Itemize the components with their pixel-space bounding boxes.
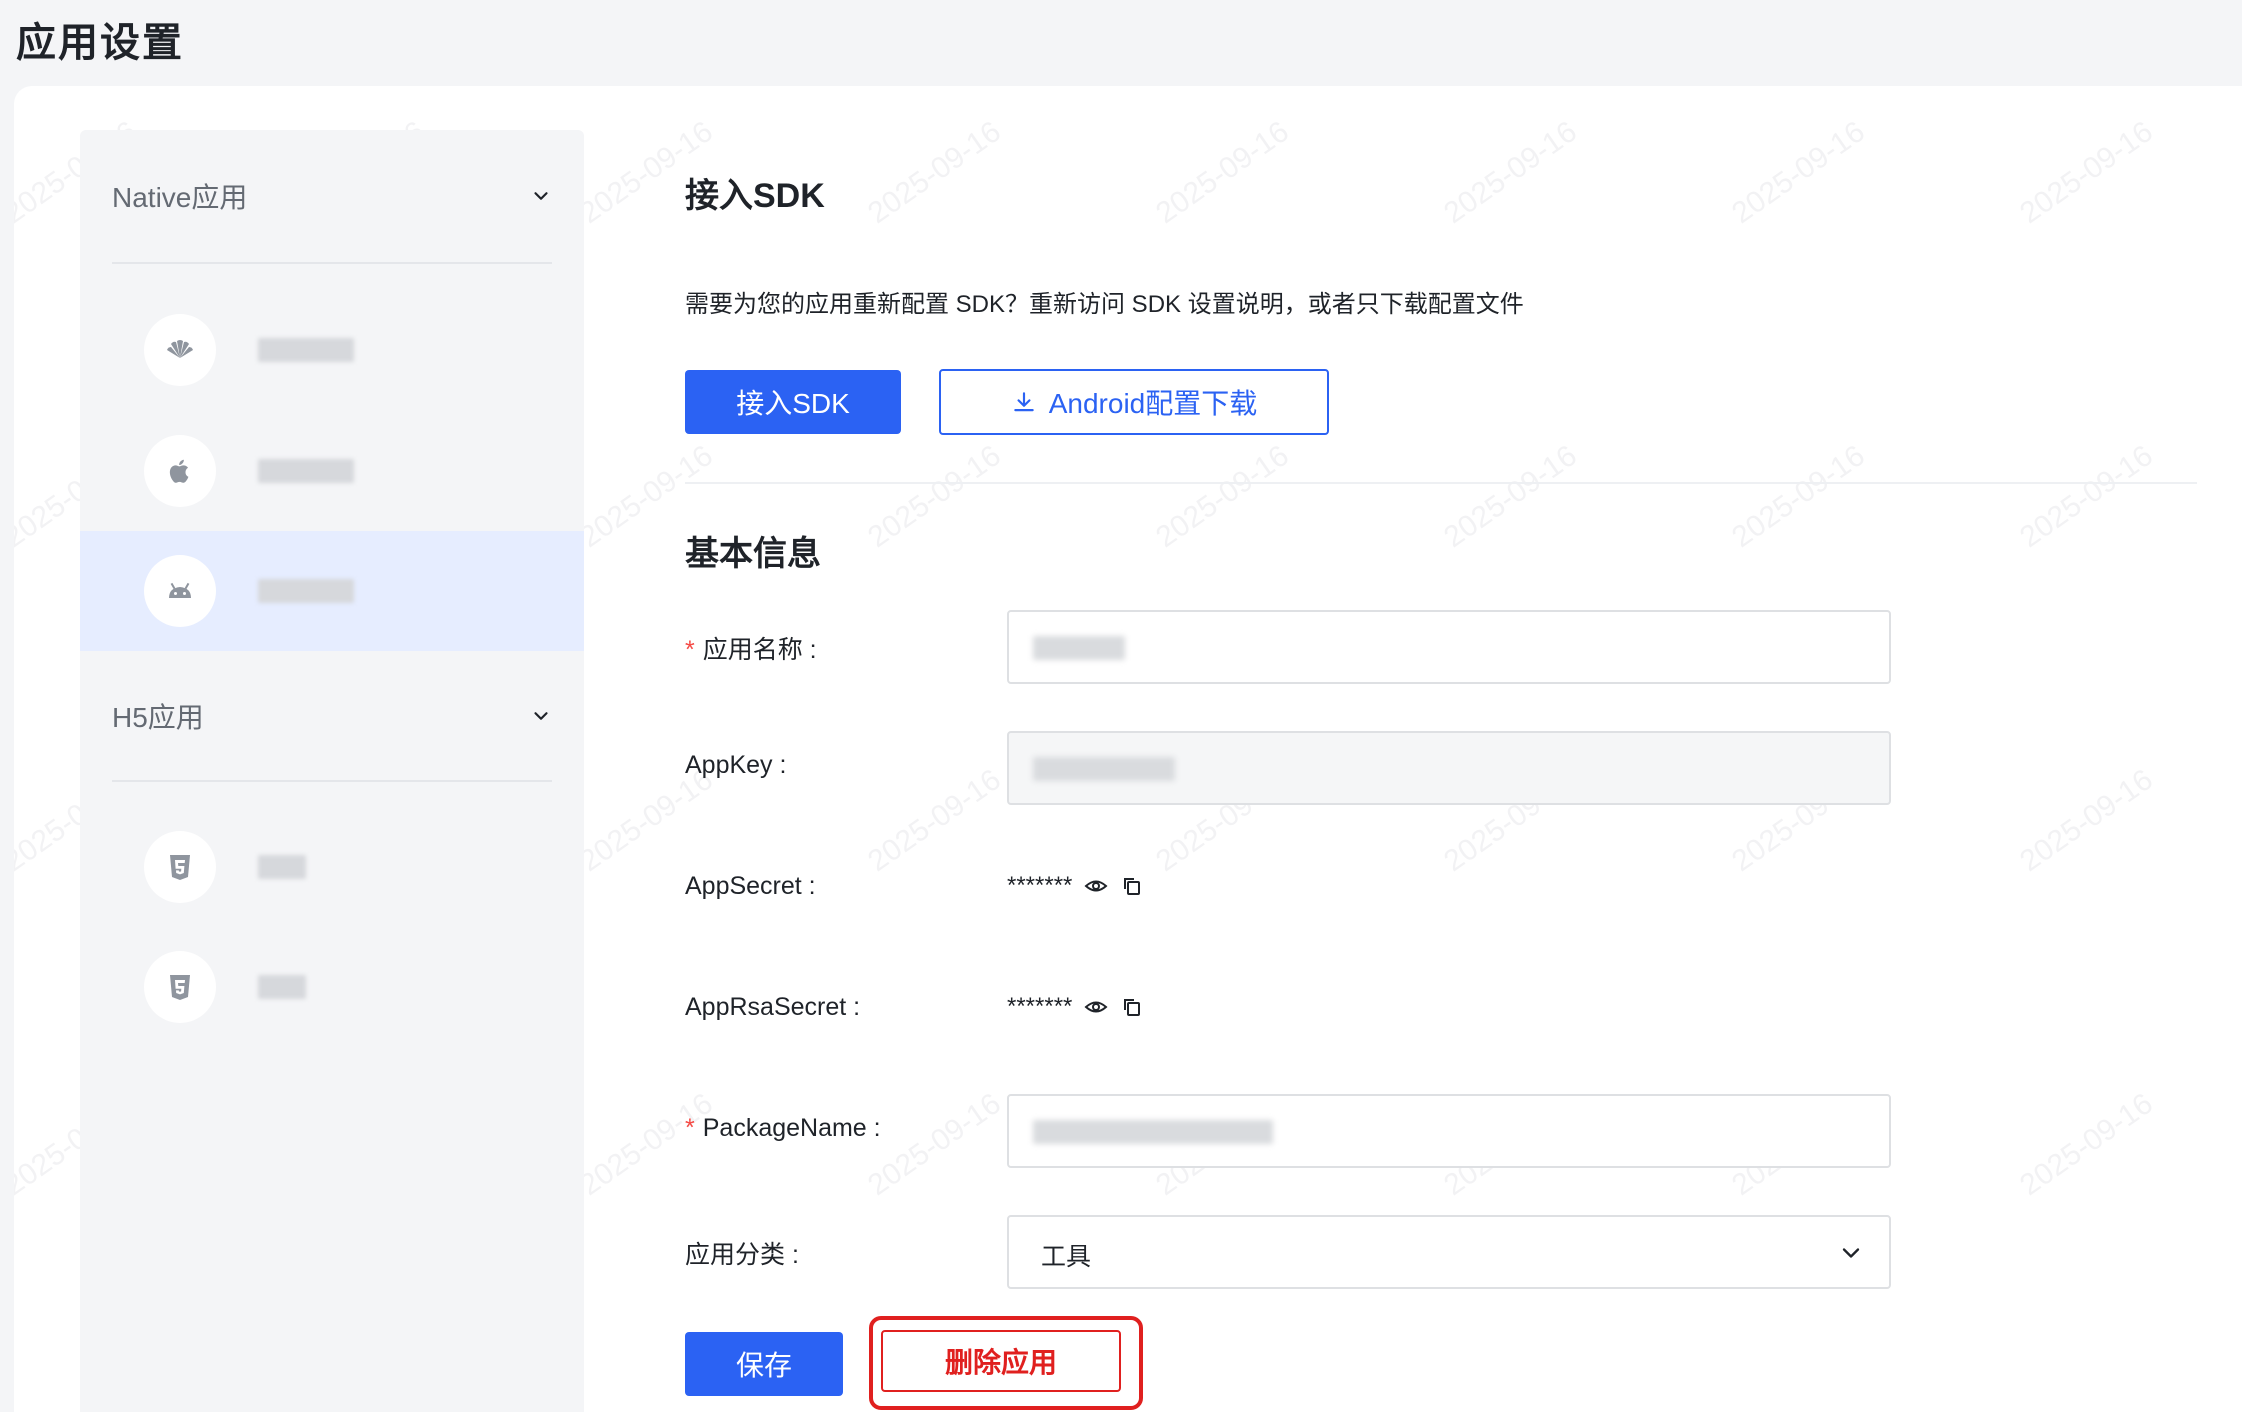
app-name-input[interactable] [1007,610,1891,684]
app-rsa-secret-field: ******* [1007,993,1144,1021]
app-name-blurred [258,975,306,999]
app-name-blurred [258,579,354,603]
eye-icon[interactable] [1084,874,1108,898]
package-name-label: PackageName : [702,1114,881,1142]
app-name-value-blurred [1033,636,1125,660]
save-button[interactable]: 保存 [685,1332,843,1396]
delete-app-button[interactable]: 删除应用 [881,1330,1121,1392]
android-icon [144,555,216,627]
sdk-description: 需要为您的应用重新配置 SDK？重新访问 SDK 设置说明，或者只下载配置文件 [685,291,1524,318]
apple-icon [144,435,216,507]
chevron-down-icon [1842,1248,1860,1258]
app-rsa-secret-label: AppRsaSecret : [685,993,861,1021]
app-name-label: 应用名称 : [702,636,817,664]
app-key-value-blurred [1033,757,1175,781]
copy-icon[interactable] [1120,874,1144,898]
category-label: 应用分类 : [685,1241,799,1269]
sdk-section-title: 接入SDK [685,177,825,215]
h5-group-title: H5应用 [112,702,204,733]
package-name-value-blurred [1033,1120,1273,1144]
sidebar-item-ios-app[interactable] [80,411,584,531]
category-select[interactable]: 工具 [1007,1215,1891,1289]
chevron-down-icon [534,192,548,200]
sidebar-item-h5-app-1[interactable] [80,807,584,927]
package-name-input[interactable] [1007,1094,1891,1168]
package-name-label-row: * PackageName : [685,1114,881,1143]
sidebar-item-huawei-app[interactable] [80,290,584,410]
app-secret-label: AppSecret : [685,872,816,900]
settings-card: 2025-09-16 2025-09-16 2025-09-16 2025-09-16… [14,86,2242,1412]
connect-sdk-button[interactable]: 接入SDK [685,370,901,434]
app-sidebar: Native应用 H5应用 [80,130,584,1412]
basic-info-title: 基本信息 [685,535,821,573]
category-selected-value: 工具 [1041,1243,1092,1271]
app-name-blurred [258,459,354,483]
main-content: 接入SDK 需要为您的应用重新配置 SDK？重新访问 SDK 设置说明，或者只下… [685,86,2225,1412]
page-title: 应用设置 [16,21,184,65]
app-name-blurred [258,855,306,879]
native-group-title: Native应用 [112,182,248,213]
h5-group-header[interactable]: H5应用 [112,652,552,782]
required-mark: * [685,1114,695,1142]
app-secret-value: ******* [1007,872,1073,899]
required-mark: * [685,636,695,664]
html5-icon [144,831,216,903]
copy-icon[interactable] [1120,995,1144,1019]
section-divider [685,482,2197,484]
download-icon [1013,392,1034,412]
sidebar-item-h5-app-2[interactable] [80,927,584,1047]
android-config-download-button[interactable]: Android配置下载 [939,369,1329,435]
app-name-blurred [258,338,354,362]
native-group-header[interactable]: Native应用 [112,130,552,264]
android-config-download-label: Android配置下载 [1048,388,1258,419]
sidebar-item-android-app[interactable] [80,531,584,651]
html5-icon [144,951,216,1023]
huawei-icon [144,314,216,386]
app-secret-field: ******* [1007,872,1144,900]
app-name-label-row: * 应用名称 : [685,630,817,666]
eye-icon[interactable] [1084,995,1108,1019]
app-rsa-secret-value: ******* [1007,993,1073,1020]
chevron-down-icon [534,712,548,720]
app-key-input[interactable] [1007,731,1891,805]
app-key-label: AppKey : [685,751,787,779]
